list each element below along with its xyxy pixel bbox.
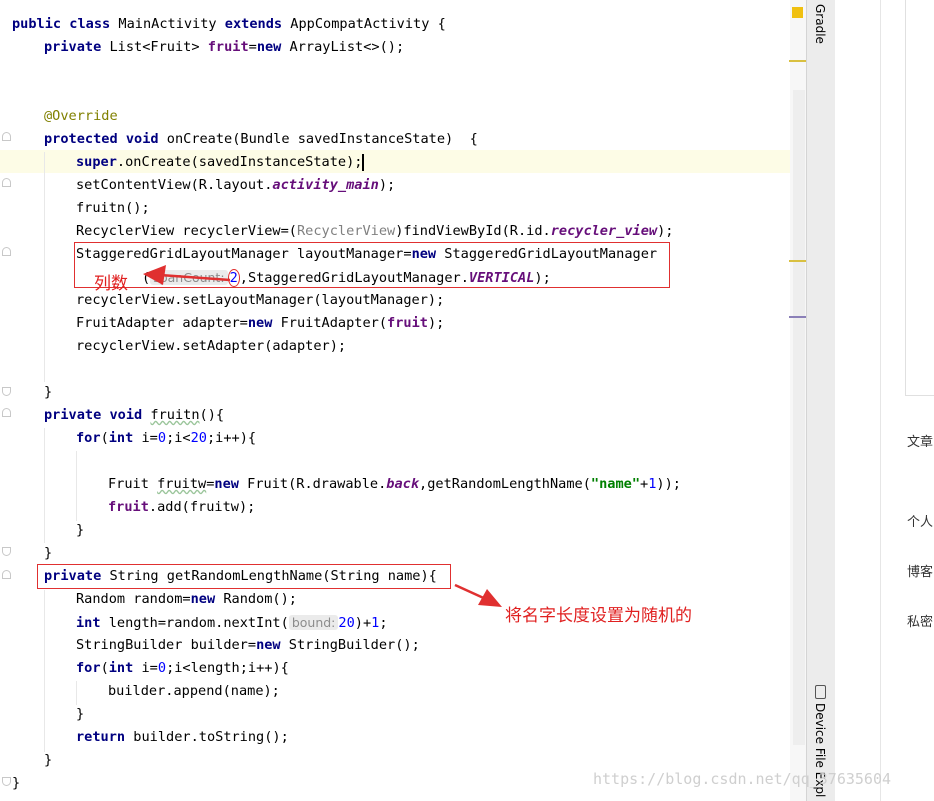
- tool-tab-gradle[interactable]: Gradle: [813, 4, 827, 44]
- warning-indicator[interactable]: [792, 7, 803, 18]
- tool-window-strip: Gradle Device File Expl: [806, 0, 835, 801]
- stripe-mark[interactable]: [789, 260, 806, 262]
- code-editor[interactable]: public class MainActivity extends AppCom…: [0, 0, 790, 801]
- blog-sidebar-item[interactable]: 私密: [907, 611, 933, 630]
- label-random-length: 将名字长度设置为随机的: [505, 606, 692, 626]
- watermark: https://blog.csdn.net/qq_37635604: [593, 770, 892, 788]
- page-divider: [880, 0, 881, 801]
- editor-scrollbar[interactable]: [793, 90, 805, 745]
- callout-arrows: [143, 265, 502, 607]
- blog-sidebar-item[interactable]: 文章: [907, 431, 933, 450]
- blog-sidebar-item[interactable]: 个人: [907, 511, 933, 530]
- blog-panel: [905, 0, 934, 396]
- arrow-random-length: [454, 583, 502, 607]
- stripe-mark[interactable]: [789, 316, 806, 318]
- blog-sidebar-item[interactable]: 博客: [907, 561, 933, 580]
- label-column-count: 列数: [94, 274, 128, 294]
- device-icon: [815, 685, 826, 699]
- blog-page-background: [835, 0, 934, 801]
- stripe-mark[interactable]: [789, 60, 806, 62]
- arrow-span-count: [143, 265, 231, 285]
